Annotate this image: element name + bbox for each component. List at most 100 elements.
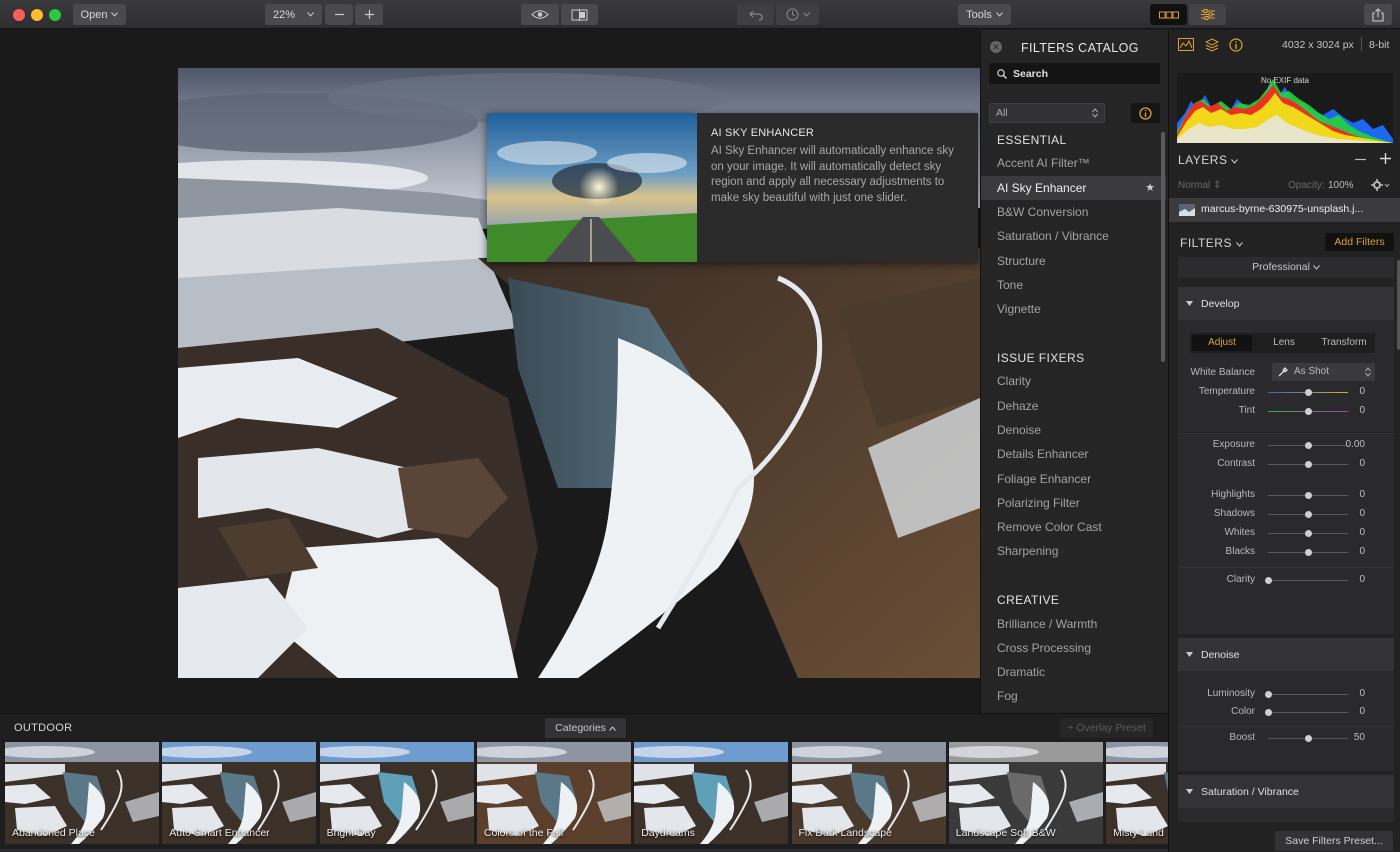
catalog-item[interactable]: Dehaze — [981, 394, 1166, 418]
catalog-search-input[interactable]: Search — [989, 63, 1160, 84]
slider-knob[interactable] — [1305, 442, 1312, 449]
denoise-filter-header[interactable]: Denoise — [1178, 638, 1394, 671]
slider-knob[interactable] — [1305, 389, 1312, 396]
slider-knob[interactable] — [1305, 735, 1312, 742]
catalog-item[interactable]: Tone — [981, 273, 1166, 297]
open-button[interactable]: Open — [73, 4, 126, 25]
catalog-item[interactable]: Details Enhancer — [981, 442, 1166, 466]
catalog-item[interactable]: Dramatic — [981, 660, 1166, 684]
catalog-scrollbar[interactable] — [1161, 132, 1165, 362]
workspace-select[interactable]: Professional — [1178, 257, 1394, 278]
layer-row[interactable]: marcus-byrne-630975-unsplash.j... — [1169, 198, 1400, 222]
catalog-item[interactable]: Foliage Enhancer — [981, 467, 1166, 491]
opacity-value[interactable]: 100% — [1328, 180, 1354, 191]
preset-thumbnail[interactable]: Bright Day — [319, 742, 474, 844]
slider-boost[interactable]: Boost 50 — [1169, 731, 1400, 745]
preset-thumbnail[interactable]: Abandoned Place — [5, 742, 159, 844]
favorite-star-icon[interactable]: ★ — [1145, 176, 1155, 200]
catalog-item[interactable]: Denoise — [981, 418, 1166, 442]
histogram-icon[interactable] — [1178, 38, 1194, 51]
catalog-item[interactable]: Fog — [981, 684, 1166, 708]
layer-settings-gear-icon[interactable] — [1371, 179, 1391, 191]
slider-exposure[interactable]: Exposure 0.00 — [1169, 438, 1400, 452]
save-filters-preset-button[interactable]: Save Filters Preset... — [1275, 831, 1393, 851]
zoom-in-button[interactable] — [355, 4, 383, 25]
catalog-item[interactable]: Structure — [981, 249, 1166, 273]
overlay-preset-button[interactable]: + Overlay Preset — [1060, 718, 1153, 738]
slider-value[interactable]: 0 — [1325, 489, 1365, 500]
slider-value[interactable]: 0.00 — [1325, 439, 1365, 450]
remove-layer-icon[interactable] — [1355, 158, 1366, 161]
adjustments-toggle-button[interactable] — [1189, 4, 1226, 25]
preset-thumbnail[interactable]: Auto Smart Enhancer — [162, 742, 317, 844]
slider-value[interactable]: 0 — [1325, 527, 1365, 538]
slider-shadows[interactable]: Shadows 0 — [1169, 507, 1400, 521]
preview-button[interactable] — [521, 4, 559, 25]
slider-knob[interactable] — [1305, 492, 1312, 499]
layers-title[interactable]: LAYERS — [1178, 153, 1239, 167]
slider-whites[interactable]: Whites 0 — [1169, 526, 1400, 540]
tab-transform[interactable]: Transform — [1314, 335, 1374, 351]
tab-lens[interactable]: Lens — [1254, 335, 1314, 351]
eyedropper-icon[interactable] — [1277, 366, 1289, 378]
catalog-item[interactable]: Remove Color Cast — [981, 515, 1166, 539]
minimize-window-button[interactable] — [31, 9, 43, 21]
slider-temperature[interactable]: Temperature 0 — [1169, 385, 1400, 399]
info-icon[interactable] — [1229, 38, 1243, 52]
slider-knob[interactable] — [1305, 511, 1312, 518]
catalog-info-button[interactable] — [1131, 103, 1160, 123]
slider-color[interactable]: Color 0 — [1169, 705, 1400, 719]
add-filters-button[interactable]: Add Filters — [1325, 233, 1394, 251]
share-button[interactable] — [1364, 4, 1392, 25]
filmstrip-toggle-button[interactable] — [1150, 4, 1187, 25]
slider-knob[interactable] — [1305, 461, 1312, 468]
slider-knob[interactable] — [1305, 549, 1312, 556]
catalog-item[interactable]: Sharpening — [981, 539, 1166, 563]
slider-tint[interactable]: Tint 0 — [1169, 404, 1400, 418]
catalog-item-selected[interactable]: AI Sky Enhancer ★ — [981, 176, 1166, 200]
close-catalog-button[interactable]: ✕ — [990, 41, 1002, 53]
white-balance-select[interactable]: As Shot — [1272, 363, 1375, 381]
slider-knob[interactable] — [1265, 709, 1272, 716]
zoom-out-button[interactable] — [325, 4, 353, 25]
preset-thumbnail[interactable]: Landscape Soft B&W — [948, 742, 1103, 844]
preset-thumbnail[interactable]: Misty Land — [1106, 742, 1169, 844]
slider-blacks[interactable]: Blacks 0 — [1169, 545, 1400, 559]
blend-mode-select[interactable]: Normal ⇕ — [1178, 180, 1221, 191]
slider-highlights[interactable]: Highlights 0 — [1169, 488, 1400, 502]
slider-value[interactable]: 0 — [1325, 508, 1365, 519]
slider-knob[interactable] — [1305, 408, 1312, 415]
filters-title[interactable]: FILTERS — [1180, 236, 1243, 250]
catalog-item[interactable]: Saturation / Vibrance — [981, 224, 1166, 248]
catalog-item[interactable]: Accent AI Filter™ — [981, 151, 1166, 175]
catalog-item[interactable]: Polarizing Filter — [981, 491, 1166, 515]
slider-value[interactable]: 0 — [1325, 546, 1365, 557]
saturation-filter-header[interactable]: Saturation / Vibrance — [1178, 775, 1394, 808]
slider-value[interactable]: 0 — [1325, 706, 1365, 717]
catalog-item[interactable]: B&W Conversion — [981, 200, 1166, 224]
layers-stack-icon[interactable] — [1205, 38, 1219, 52]
catalog-item[interactable]: Brilliance / Warmth — [981, 612, 1166, 636]
preset-thumbnail[interactable]: Colors of the Fall — [476, 742, 631, 844]
catalog-item[interactable]: Cross Processing — [981, 636, 1166, 660]
tab-adjust[interactable]: Adjust — [1192, 335, 1252, 351]
slider-knob[interactable] — [1265, 577, 1272, 584]
slider-clarity[interactable]: Clarity 0 — [1169, 573, 1400, 587]
slider-value[interactable]: 0 — [1325, 386, 1365, 397]
slider-value[interactable]: 50 — [1325, 732, 1365, 743]
slider-knob[interactable] — [1305, 530, 1312, 537]
undo-button[interactable] — [737, 4, 774, 25]
catalog-filter-select[interactable]: All — [989, 103, 1105, 123]
zoom-select[interactable]: 22% — [265, 4, 322, 25]
add-layer-icon[interactable] — [1380, 153, 1391, 164]
catalog-item[interactable]: Clarity — [981, 369, 1166, 393]
slider-value[interactable]: 0 — [1325, 458, 1365, 469]
slider-knob[interactable] — [1265, 691, 1272, 698]
develop-filter-header[interactable]: Develop — [1178, 287, 1394, 320]
slider-contrast[interactable]: Contrast 0 — [1169, 457, 1400, 471]
categories-button[interactable]: Categories — [545, 718, 626, 738]
slider-value[interactable]: 0 — [1325, 405, 1365, 416]
slider-value[interactable]: 0 — [1325, 574, 1365, 585]
preset-thumbnail[interactable]: Daydreams — [634, 742, 789, 844]
preset-thumbnail[interactable]: Fix Dark Landscape — [791, 742, 946, 844]
